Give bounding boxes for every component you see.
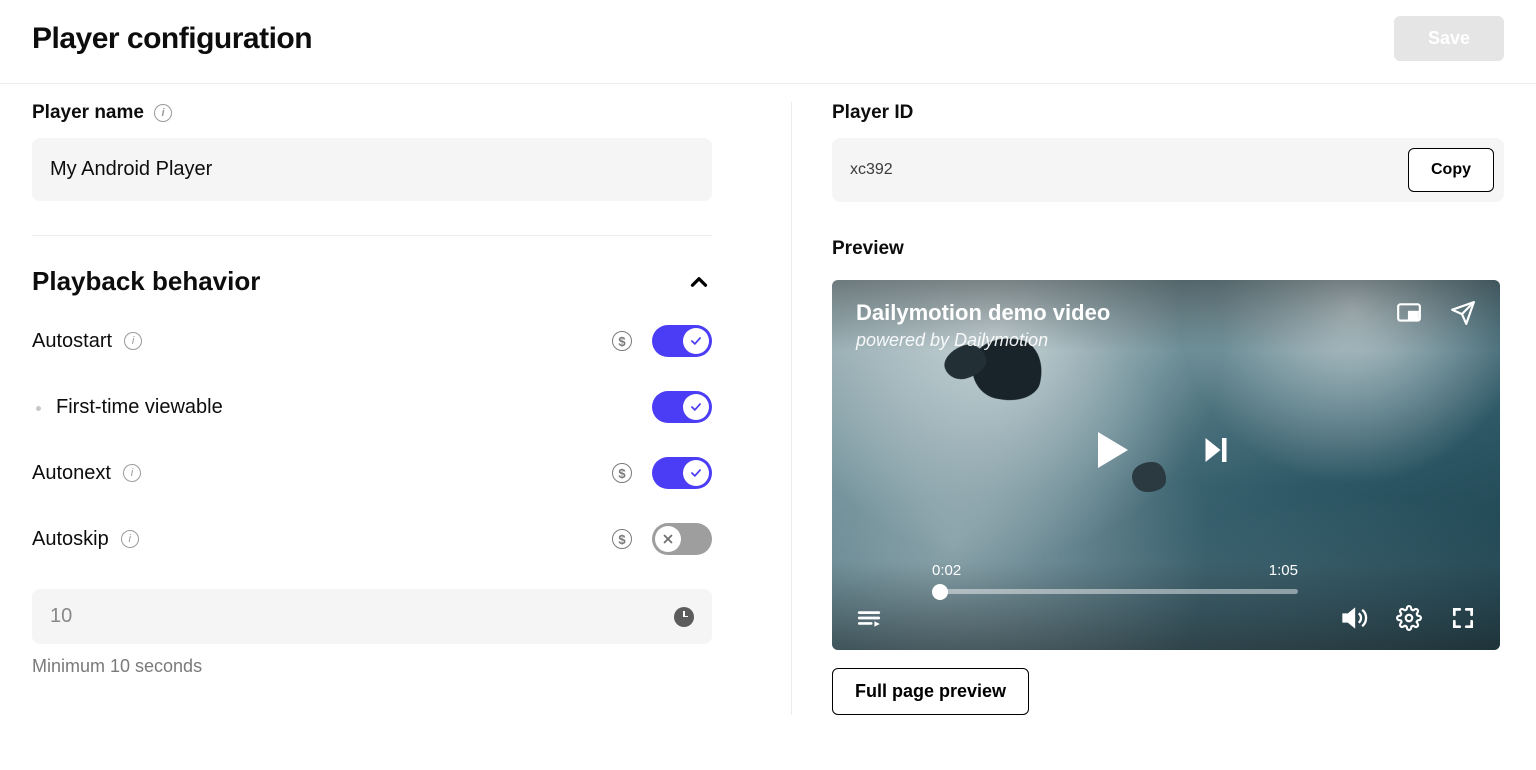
play-button[interactable] — [1098, 432, 1128, 468]
fullscreen-icon[interactable] — [1450, 605, 1476, 631]
player-id-value: xc392 — [850, 161, 893, 179]
check-icon — [689, 400, 703, 414]
first-time-viewable-label: First-time viewable — [56, 396, 223, 419]
preview-label: Preview — [832, 238, 1504, 260]
chevron-up-icon — [686, 269, 712, 295]
settings-icon[interactable] — [1396, 605, 1422, 631]
autonext-label: Autonext — [32, 462, 111, 485]
video-seek-bar[interactable] — [932, 589, 1298, 594]
info-icon[interactable]: i — [154, 104, 172, 122]
autoskip-seconds-input[interactable]: 10 — [32, 589, 712, 644]
copy-button[interactable]: Copy — [1408, 148, 1494, 192]
autoskip-seconds-value: 10 — [50, 605, 72, 628]
autoskip-helper: Minimum 10 seconds — [32, 656, 751, 677]
setting-row-autonext: Autonext i $ — [32, 457, 712, 489]
player-name-input[interactable] — [32, 138, 712, 201]
video-total-time: 1:05 — [1269, 562, 1298, 579]
volume-icon[interactable] — [1340, 604, 1368, 632]
page-title: Player configuration — [32, 22, 312, 56]
pip-icon[interactable] — [1396, 300, 1422, 326]
check-icon — [689, 334, 703, 348]
autoskip-label: Autoskip — [32, 528, 109, 551]
autoskip-toggle[interactable] — [652, 523, 712, 555]
playback-section-header[interactable]: Playback behavior — [32, 266, 712, 297]
setting-row-autoskip: Autoskip i $ — [32, 523, 712, 555]
setting-row-first-time-viewable: First-time viewable — [32, 391, 712, 423]
player-id-box: xc392 Copy — [832, 138, 1504, 202]
save-button[interactable]: Save — [1394, 16, 1504, 61]
full-page-preview-button[interactable]: Full page preview — [832, 668, 1029, 715]
info-icon[interactable]: i — [123, 464, 141, 482]
autostart-label: Autostart — [32, 330, 112, 353]
info-icon[interactable]: i — [121, 530, 139, 548]
next-button[interactable] — [1198, 432, 1234, 468]
video-preview[interactable]: Dailymotion demo video powered by Dailym… — [832, 280, 1500, 650]
dollar-icon: $ — [612, 529, 632, 549]
info-icon[interactable]: i — [124, 332, 142, 350]
video-subtitle: powered by Dailymotion — [856, 330, 1110, 351]
video-seek-handle[interactable] — [932, 584, 948, 600]
video-current-time: 0:02 — [932, 562, 961, 579]
autostart-toggle[interactable] — [652, 325, 712, 357]
playlist-icon[interactable] — [856, 605, 882, 631]
dollar-icon: $ — [612, 331, 632, 351]
setting-row-autostart: Autostart i $ — [32, 325, 712, 357]
video-title: Dailymotion demo video — [856, 300, 1110, 326]
player-id-label: Player ID — [832, 102, 1504, 124]
share-icon[interactable] — [1450, 300, 1476, 326]
playback-section-title: Playback behavior — [32, 266, 260, 297]
x-icon — [661, 532, 675, 546]
clock-icon — [674, 607, 694, 627]
check-icon — [689, 466, 703, 480]
player-name-label-text: Player name — [32, 102, 144, 124]
header-bar: Player configuration Save — [0, 0, 1536, 84]
dollar-icon: $ — [612, 463, 632, 483]
first-time-viewable-toggle[interactable] — [652, 391, 712, 423]
autonext-toggle[interactable] — [652, 457, 712, 489]
player-id-label-text: Player ID — [832, 102, 913, 124]
divider — [32, 235, 712, 236]
player-name-label: Player name i — [32, 102, 751, 124]
